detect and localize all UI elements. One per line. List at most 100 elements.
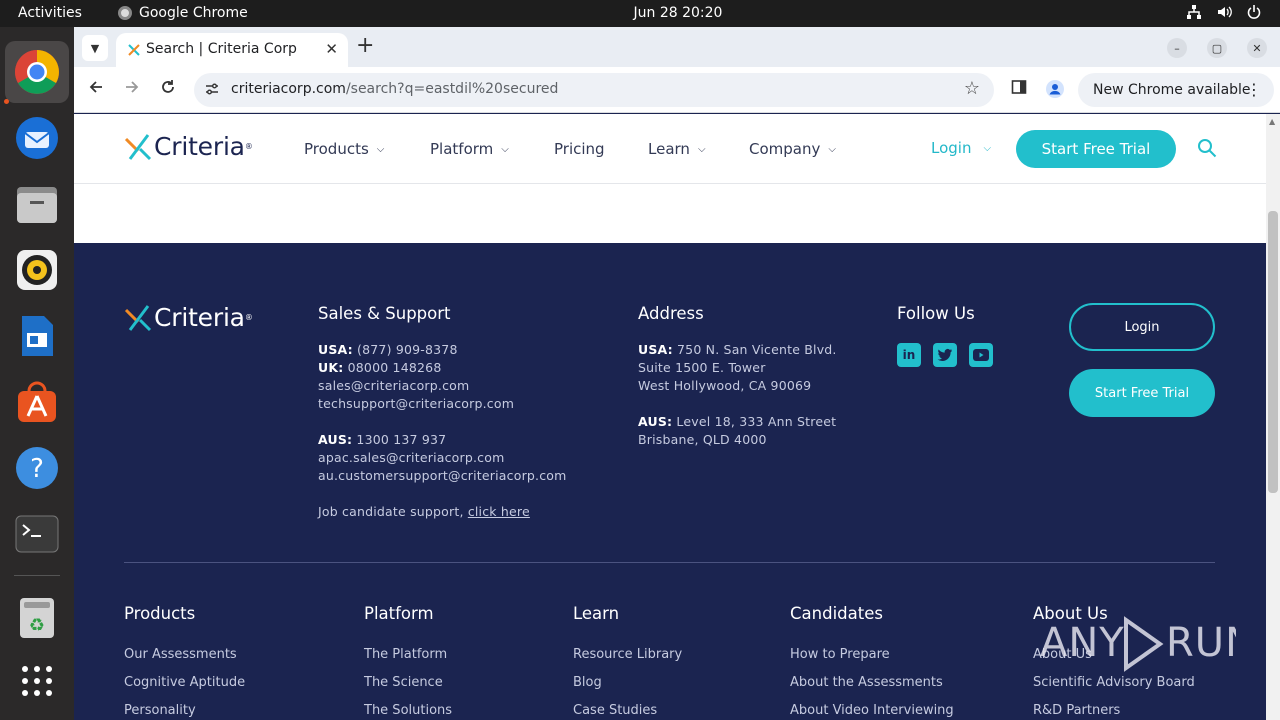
footer-start-free-trial-button[interactable]: Start Free Trial bbox=[1069, 369, 1215, 417]
footer-link[interactable]: The Solutions bbox=[364, 703, 452, 718]
site-info-icon[interactable] bbox=[204, 81, 220, 101]
system-tray[interactable] bbox=[1186, 4, 1262, 20]
new-chrome-available-button[interactable]: New Chrome available ⋮ bbox=[1078, 73, 1274, 107]
scrollbar-thumb[interactable] bbox=[1268, 211, 1278, 493]
tab-title: Search | Criteria Corp bbox=[146, 41, 297, 57]
network-icon bbox=[1187, 5, 1201, 19]
dock-help[interactable]: ? bbox=[13, 444, 61, 492]
footer-link[interactable]: Blog bbox=[573, 675, 602, 690]
criteria-logo[interactable]: Criteria ® bbox=[124, 132, 253, 161]
footer-link[interactable]: Personality bbox=[124, 703, 196, 718]
dock-rhythmbox[interactable] bbox=[13, 246, 61, 294]
dock-files[interactable] bbox=[13, 180, 61, 228]
candidate-support-line: Job candidate support, click here bbox=[318, 504, 530, 519]
search-icon[interactable] bbox=[1197, 138, 1217, 158]
back-icon[interactable] bbox=[88, 79, 104, 100]
forward-icon[interactable] bbox=[124, 79, 140, 100]
close-icon: ✕ bbox=[1252, 41, 1262, 55]
dock-app-center[interactable] bbox=[13, 378, 61, 426]
footer-link[interactable]: Our Assessments bbox=[124, 647, 237, 662]
nav-pricing[interactable]: Pricing bbox=[554, 140, 605, 158]
col-candidates-heading: Candidates bbox=[790, 604, 883, 623]
chevron-down-icon: ⌵ bbox=[828, 143, 836, 155]
chevron-down-icon: ▼ bbox=[90, 41, 100, 55]
page-scrollbar[interactable]: ▲ bbox=[1266, 114, 1280, 720]
nav-label: Learn bbox=[648, 140, 690, 158]
dock-trash[interactable]: ♻ bbox=[13, 594, 61, 642]
help-icon: ? bbox=[16, 447, 58, 489]
footer-link[interactable]: Scientific Advisory Board bbox=[1033, 675, 1195, 690]
start-free-trial-button[interactable]: Start Free Trial bbox=[1016, 130, 1176, 168]
header-login[interactable]: Login ⌵ bbox=[931, 139, 991, 157]
dock-writer[interactable] bbox=[13, 312, 61, 360]
site-header: Criteria ® Products ⌵ Platform ⌵ Pricing Le… bbox=[74, 114, 1266, 184]
dock-show-apps[interactable] bbox=[13, 657, 61, 705]
youtube-icon[interactable] bbox=[969, 343, 993, 367]
criteria-favicon-icon bbox=[128, 44, 140, 56]
au-support-email-link[interactable]: au.customersupport@criteriacorp.com bbox=[318, 467, 567, 485]
nav-products[interactable]: Products ⌵ bbox=[304, 140, 384, 158]
sales-support-block: USA: (877) 909-8378 UK: 08000 148268 sal… bbox=[318, 341, 567, 521]
nav-label: Platform bbox=[430, 140, 494, 158]
aus-phone-line: AUS: 1300 137 937 bbox=[318, 432, 447, 447]
close-window-button[interactable]: ✕ bbox=[1247, 38, 1267, 58]
anyrun-watermark: ANY RUN bbox=[1040, 606, 1240, 676]
footer-link[interactable]: Cognitive Aptitude bbox=[124, 675, 245, 690]
bookmark-star-icon[interactable]: ☆ bbox=[964, 78, 980, 99]
dock-chrome[interactable] bbox=[13, 48, 61, 96]
app-center-icon bbox=[18, 381, 56, 422]
twitter-icon[interactable] bbox=[933, 343, 957, 367]
svg-text:♻: ♻ bbox=[29, 615, 45, 636]
footer-login-button[interactable]: Login bbox=[1069, 303, 1215, 351]
maximize-button[interactable]: ▢ bbox=[1207, 38, 1227, 58]
footer-link[interactable]: R&D Partners bbox=[1033, 703, 1120, 718]
url-text: criteriacorp.com/search?q=eastdil%20secu… bbox=[231, 81, 558, 97]
nav-learn[interactable]: Learn ⌵ bbox=[648, 140, 706, 158]
dock-thunderbird[interactable] bbox=[13, 114, 61, 162]
svg-text:?: ? bbox=[30, 454, 44, 484]
techsupport-email-link[interactable]: techsupport@criteriacorp.com bbox=[318, 395, 567, 413]
svg-text:ANY: ANY bbox=[1040, 620, 1125, 666]
footer-link[interactable]: How to Prepare bbox=[790, 647, 890, 662]
app-grid-icon bbox=[22, 666, 52, 696]
click-here-link[interactable]: click here bbox=[468, 504, 530, 519]
nav-label: Company bbox=[749, 140, 821, 158]
footer-link[interactable]: About Video Interviewing bbox=[790, 703, 954, 718]
browser-toolbar: criteriacorp.com/search?q=eastdil%20secu… bbox=[74, 67, 1280, 113]
side-panel-icon[interactable] bbox=[1011, 79, 1027, 100]
svg-text:RUN: RUN bbox=[1166, 620, 1236, 666]
footer-link[interactable]: Case Studies bbox=[573, 703, 657, 718]
clock[interactable]: Jun 28 20:20 bbox=[0, 5, 1280, 21]
close-tab-icon[interactable]: ✕ bbox=[325, 40, 338, 58]
footer-link[interactable]: The Science bbox=[364, 675, 443, 690]
scroll-up-icon[interactable]: ▲ bbox=[1269, 117, 1275, 126]
nav-platform[interactable]: Platform ⌵ bbox=[430, 140, 509, 158]
nav-label: Pricing bbox=[554, 140, 605, 158]
profile-avatar-icon[interactable] bbox=[1045, 79, 1065, 104]
nav-company[interactable]: Company ⌵ bbox=[749, 140, 836, 158]
minimize-button[interactable]: – bbox=[1167, 38, 1187, 58]
chevron-down-icon: ⌵ bbox=[697, 143, 706, 155]
reload-icon[interactable] bbox=[160, 79, 176, 100]
footer-link[interactable]: About the Assessments bbox=[790, 675, 943, 690]
tab-strip: ▼ Search | Criteria Corp ✕ + – ▢ ✕ bbox=[74, 27, 1280, 67]
follow-us-heading: Follow Us bbox=[897, 304, 975, 323]
footer-link[interactable]: The Platform bbox=[364, 647, 447, 662]
sales-email-link[interactable]: sales@criteriacorp.com bbox=[318, 377, 567, 395]
address-block: USA: 750 N. San Vicente Blvd. Suite 1500… bbox=[638, 341, 837, 449]
address-bar[interactable]: criteriacorp.com/search?q=eastdil%20secu… bbox=[194, 73, 994, 107]
dock-terminal[interactable] bbox=[13, 510, 61, 558]
chevron-down-icon: ⌵ bbox=[501, 143, 509, 155]
new-tab-button[interactable]: + bbox=[356, 35, 374, 57]
usa-address-line1: USA: 750 N. San Vicente Blvd. bbox=[638, 342, 837, 357]
footer-criteria-logo[interactable]: Criteria ® bbox=[124, 303, 253, 332]
apac-email-link[interactable]: apac.sales@criteriacorp.com bbox=[318, 449, 567, 467]
footer-link[interactable]: Resource Library bbox=[573, 647, 682, 662]
more-menu-icon[interactable]: ⋮ bbox=[1246, 80, 1262, 99]
tab-criteria-search[interactable]: Search | Criteria Corp ✕ bbox=[116, 33, 348, 67]
minimize-icon: – bbox=[1174, 41, 1180, 55]
login-label: Login bbox=[931, 139, 972, 157]
linkedin-icon[interactable]: in bbox=[897, 343, 921, 367]
dock: ? ♻ bbox=[0, 27, 74, 720]
tab-search-button[interactable]: ▼ bbox=[82, 35, 108, 61]
